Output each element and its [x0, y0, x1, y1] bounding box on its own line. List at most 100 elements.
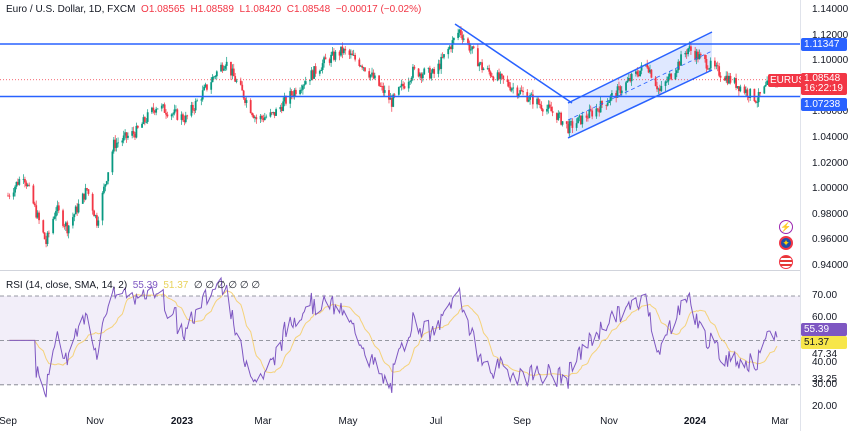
ohlc-open: O1.08565 [141, 4, 185, 15]
price-axis-label: 1.04000 [812, 132, 849, 143]
candle-body [440, 56, 443, 69]
candle-body [299, 90, 301, 95]
candle-body [38, 212, 40, 221]
candle-body [261, 115, 263, 118]
candle-body [397, 87, 400, 95]
candle-body [510, 88, 513, 91]
candle-body [551, 111, 554, 113]
bar-countdown: 16:22:19 [804, 83, 843, 94]
candle-body [520, 90, 523, 92]
candle-body [674, 73, 677, 80]
candle-body [172, 113, 174, 115]
candle-body [585, 115, 588, 118]
date-axis-label: Mar [254, 416, 272, 427]
candle-body [314, 66, 317, 74]
candle-body [550, 106, 553, 112]
candle-body [423, 68, 426, 75]
candle-body [561, 121, 564, 125]
candle-body [55, 211, 57, 217]
symbol-title: Euro / U.S. Dollar, 1D, FXCM [6, 4, 136, 15]
rsi-lo-label: 33.25 [812, 374, 838, 385]
candle-body [104, 184, 107, 187]
candle-body [537, 98, 540, 104]
candle-body [143, 117, 146, 122]
candle-body [182, 114, 184, 121]
candle-body [103, 186, 105, 193]
candle-body [166, 114, 169, 117]
candle-body [753, 88, 756, 102]
candle-body [568, 121, 571, 133]
candle-body [393, 94, 396, 96]
candle-body [488, 68, 491, 72]
date-axis-label: Nov [86, 416, 104, 427]
candle-body [155, 108, 158, 113]
candle-body [251, 113, 254, 116]
rsi-value: 55.39 [132, 280, 158, 291]
rsi-sma-value: 51.37 [163, 280, 189, 291]
channel-mid-line [567, 50, 713, 121]
rsi-axis-label: 60.00 [812, 312, 838, 324]
candle-body [670, 73, 673, 80]
lightning-icon[interactable]: ⚡ [779, 220, 793, 234]
candle-body [620, 90, 623, 94]
candle-body [512, 87, 515, 89]
candle-body [52, 218, 55, 234]
candle-body [472, 46, 475, 49]
candle-body [186, 115, 189, 117]
rsi-hi-label: 47.34 [812, 349, 838, 360]
candle-body [132, 131, 135, 134]
candle-body [318, 70, 321, 74]
candle-body [462, 38, 465, 40]
candle-body [708, 68, 711, 70]
candle-body [255, 117, 258, 120]
date-axis-label: Nov [600, 416, 618, 427]
candle-body [539, 103, 541, 106]
candle-body [699, 54, 702, 55]
candle-body [636, 71, 639, 75]
candle-body [709, 60, 712, 69]
candle-body [369, 74, 372, 78]
candle-body [97, 220, 100, 226]
candle-body [378, 75, 380, 86]
price-axis-label: 0.94000 [812, 260, 849, 271]
date-axis-label: Sep [0, 416, 17, 427]
candle-body [239, 80, 242, 85]
candle-body [294, 89, 297, 95]
candle-body [196, 100, 198, 102]
candle-body [48, 232, 50, 234]
candle-body [241, 84, 244, 91]
us-flag-icon[interactable] [779, 255, 793, 269]
candle-body [608, 101, 610, 103]
candle-body [650, 69, 653, 78]
candle-body [660, 85, 663, 91]
support-price-tag: 1.07238 [801, 98, 847, 111]
candle-body [33, 203, 36, 206]
candle-body [639, 70, 642, 77]
axis-separator [800, 0, 801, 431]
candle-body [249, 100, 252, 114]
rsi-axis-label: 70.00 [812, 290, 838, 301]
candle-body [235, 80, 238, 82]
candle-body [482, 68, 485, 71]
candle-body [330, 54, 333, 63]
candle-body [210, 82, 213, 90]
candle-body [666, 81, 668, 83]
ohlc-change: −0.00017 (−0.02%) [335, 4, 422, 15]
candle-body [152, 107, 155, 111]
candle-body [467, 38, 469, 43]
candle-body [358, 59, 361, 66]
euro-flag-icon[interactable]: ✦ [779, 236, 793, 250]
price-axis-label: 0.98000 [812, 208, 849, 220]
candle-body [14, 186, 16, 193]
candle-body [625, 82, 627, 91]
price-axis-label: 1.00000 [812, 183, 849, 195]
date-axis-label: Jul [429, 416, 443, 427]
candle-body [469, 49, 472, 51]
candle-body [764, 84, 767, 87]
candle-body [704, 54, 706, 60]
candle-body [115, 142, 118, 148]
candle-body [215, 71, 218, 77]
price-chart[interactable] [0, 0, 853, 431]
candle-body [43, 232, 46, 240]
candle-body [690, 46, 692, 51]
